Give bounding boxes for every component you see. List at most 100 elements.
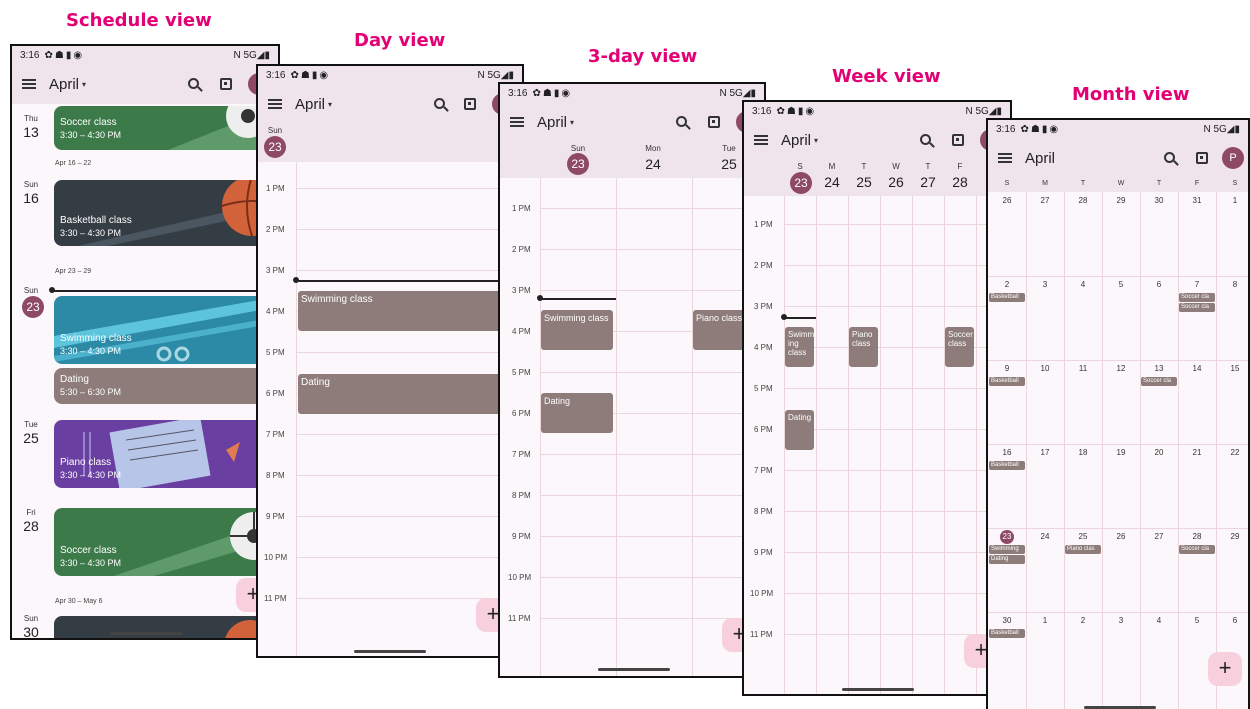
month-selector[interactable]: April — [781, 132, 811, 149]
month-day-number[interactable]: 9 — [988, 364, 1026, 373]
today-marker[interactable]: 23 — [1000, 530, 1014, 544]
month-selector[interactable]: April — [1025, 150, 1055, 167]
month-day-number[interactable]: 16 — [988, 448, 1026, 457]
month-day-number[interactable]: 24 — [1026, 532, 1064, 541]
month-day-number[interactable]: 4 — [1140, 616, 1178, 625]
menu-icon[interactable] — [754, 135, 768, 145]
month-day-number[interactable]: 28 — [1064, 196, 1102, 205]
month-day-number[interactable]: 28 — [1178, 532, 1216, 541]
search-icon[interactable] — [1164, 152, 1175, 163]
month-day-number[interactable]: 12 — [1102, 364, 1140, 373]
month-day-number[interactable]: 2 — [1064, 616, 1102, 625]
today-icon[interactable] — [952, 134, 964, 146]
event-block[interactable]: Dating — [541, 393, 613, 433]
today-icon[interactable] — [708, 116, 720, 128]
event-block[interactable]: Dating — [785, 410, 814, 450]
event-card-swimming[interactable]: Swimming class 3:30 – 4:30 PM — [54, 296, 278, 364]
month-day-number[interactable]: 6 — [1216, 616, 1248, 625]
month-day-number[interactable]: 27 — [1140, 532, 1178, 541]
day-number[interactable]: 25 — [714, 156, 744, 172]
event-block[interactable]: Piano class — [849, 327, 878, 367]
event-chip[interactable]: Soccer cla — [1141, 377, 1177, 386]
event-block[interactable]: Swimming class — [541, 310, 613, 350]
month-day-number[interactable]: 4 — [1064, 280, 1102, 289]
chevron-down-icon[interactable]: ▾ — [570, 118, 574, 127]
month-day-number[interactable]: 19 — [1102, 448, 1140, 457]
create-event-button[interactable]: + — [1208, 652, 1242, 686]
event-block[interactable]: Dating — [298, 374, 522, 414]
event-chip[interactable]: Swimming — [989, 545, 1025, 554]
event-chip[interactable]: Dating — [989, 555, 1025, 564]
day-number[interactable]: 25 — [849, 174, 879, 190]
event-chip[interactable]: Piano clas — [1065, 545, 1101, 554]
event-chip[interactable]: Soccer cla — [1179, 293, 1215, 302]
day-number[interactable]: 26 — [881, 174, 911, 190]
event-card-soccer[interactable]: Soccer class 3:30 – 4:30 PM — [54, 106, 278, 150]
month-selector[interactable]: April — [49, 76, 79, 93]
day-number[interactable]: 27 — [913, 174, 943, 190]
month-day-number[interactable]: 7 — [1178, 280, 1216, 289]
month-day-number[interactable]: 30 — [1140, 196, 1178, 205]
month-day-number[interactable]: 20 — [1140, 448, 1178, 457]
event-card-basketball[interactable]: Basketball class 3:30 – 4:30 PM — [54, 180, 278, 246]
month-day-number[interactable]: 5 — [1178, 616, 1216, 625]
day-number[interactable]: 24 — [817, 174, 847, 190]
month-day-number[interactable]: 3 — [1102, 616, 1140, 625]
event-card-dating[interactable]: Dating 5:30 – 6:30 PM — [54, 368, 278, 404]
search-icon[interactable] — [676, 116, 687, 127]
month-day-number[interactable]: 18 — [1064, 448, 1102, 457]
chevron-down-icon[interactable]: ▾ — [82, 80, 86, 89]
today-marker[interactable]: 23 — [567, 153, 589, 175]
chevron-down-icon[interactable]: ▾ — [328, 100, 332, 109]
month-day-number[interactable]: 15 — [1216, 364, 1248, 373]
month-day-number[interactable]: 27 — [1026, 196, 1064, 205]
today-icon[interactable] — [220, 78, 232, 90]
event-card-piano[interactable]: Piano class 3:30 – 4:30 PM — [54, 420, 278, 488]
avatar[interactable]: P — [1222, 147, 1244, 169]
event-block[interactable]: Swimm ing class — [785, 327, 814, 367]
today-marker[interactable]: 23 — [264, 136, 286, 158]
menu-icon[interactable] — [998, 153, 1012, 163]
month-day-number[interactable]: 6 — [1140, 280, 1178, 289]
month-day-number[interactable]: 29 — [1216, 532, 1248, 541]
month-selector[interactable]: April — [537, 114, 567, 131]
month-day-number[interactable]: 10 — [1026, 364, 1064, 373]
month-day-number[interactable]: 30 — [988, 616, 1026, 625]
event-card-soccer[interactable]: Soccer class 3:30 – 4:30 PM — [54, 508, 278, 576]
month-day-number[interactable]: 8 — [1216, 280, 1248, 289]
today-icon[interactable] — [464, 98, 476, 110]
event-chip[interactable]: Basketball — [989, 293, 1025, 302]
event-chip[interactable]: Basketball — [989, 629, 1025, 638]
month-selector[interactable]: April — [295, 96, 325, 113]
event-chip[interactable]: Soccer cla — [1179, 303, 1215, 312]
search-icon[interactable] — [188, 78, 199, 89]
search-icon[interactable] — [920, 134, 931, 145]
month-day-number[interactable]: 1 — [1216, 196, 1248, 205]
event-chip[interactable]: Basketball — [989, 461, 1025, 470]
month-day-number[interactable]: 25 — [1064, 532, 1102, 541]
month-day-number[interactable]: 31 — [1178, 196, 1216, 205]
month-day-number[interactable]: 11 — [1064, 364, 1102, 373]
month-day-number[interactable]: 29 — [1102, 196, 1140, 205]
search-icon[interactable] — [434, 98, 445, 109]
month-day-number[interactable]: 14 — [1178, 364, 1216, 373]
month-day-number[interactable]: 17 — [1026, 448, 1064, 457]
event-card-basketball[interactable] — [54, 616, 278, 638]
today-marker[interactable]: 23 — [790, 172, 812, 194]
month-day-number[interactable]: 3 — [1026, 280, 1064, 289]
event-chip[interactable]: Basketball — [989, 377, 1025, 386]
day-number[interactable]: 28 — [945, 174, 975, 190]
month-day-number[interactable]: 22 — [1216, 448, 1248, 457]
month-day-number[interactable]: 26 — [1102, 532, 1140, 541]
menu-icon[interactable] — [510, 117, 524, 127]
chevron-down-icon[interactable]: ▾ — [814, 136, 818, 145]
month-day-number[interactable]: 2 — [988, 280, 1026, 289]
today-icon[interactable] — [1196, 152, 1208, 164]
day-number[interactable]: 24 — [638, 156, 668, 172]
month-day-number[interactable]: 1 — [1026, 616, 1064, 625]
event-block[interactable]: Soccer class — [945, 327, 974, 367]
menu-icon[interactable] — [22, 79, 36, 89]
month-day-number[interactable]: 21 — [1178, 448, 1216, 457]
month-day-number[interactable]: 13 — [1140, 364, 1178, 373]
month-day-number[interactable]: 5 — [1102, 280, 1140, 289]
